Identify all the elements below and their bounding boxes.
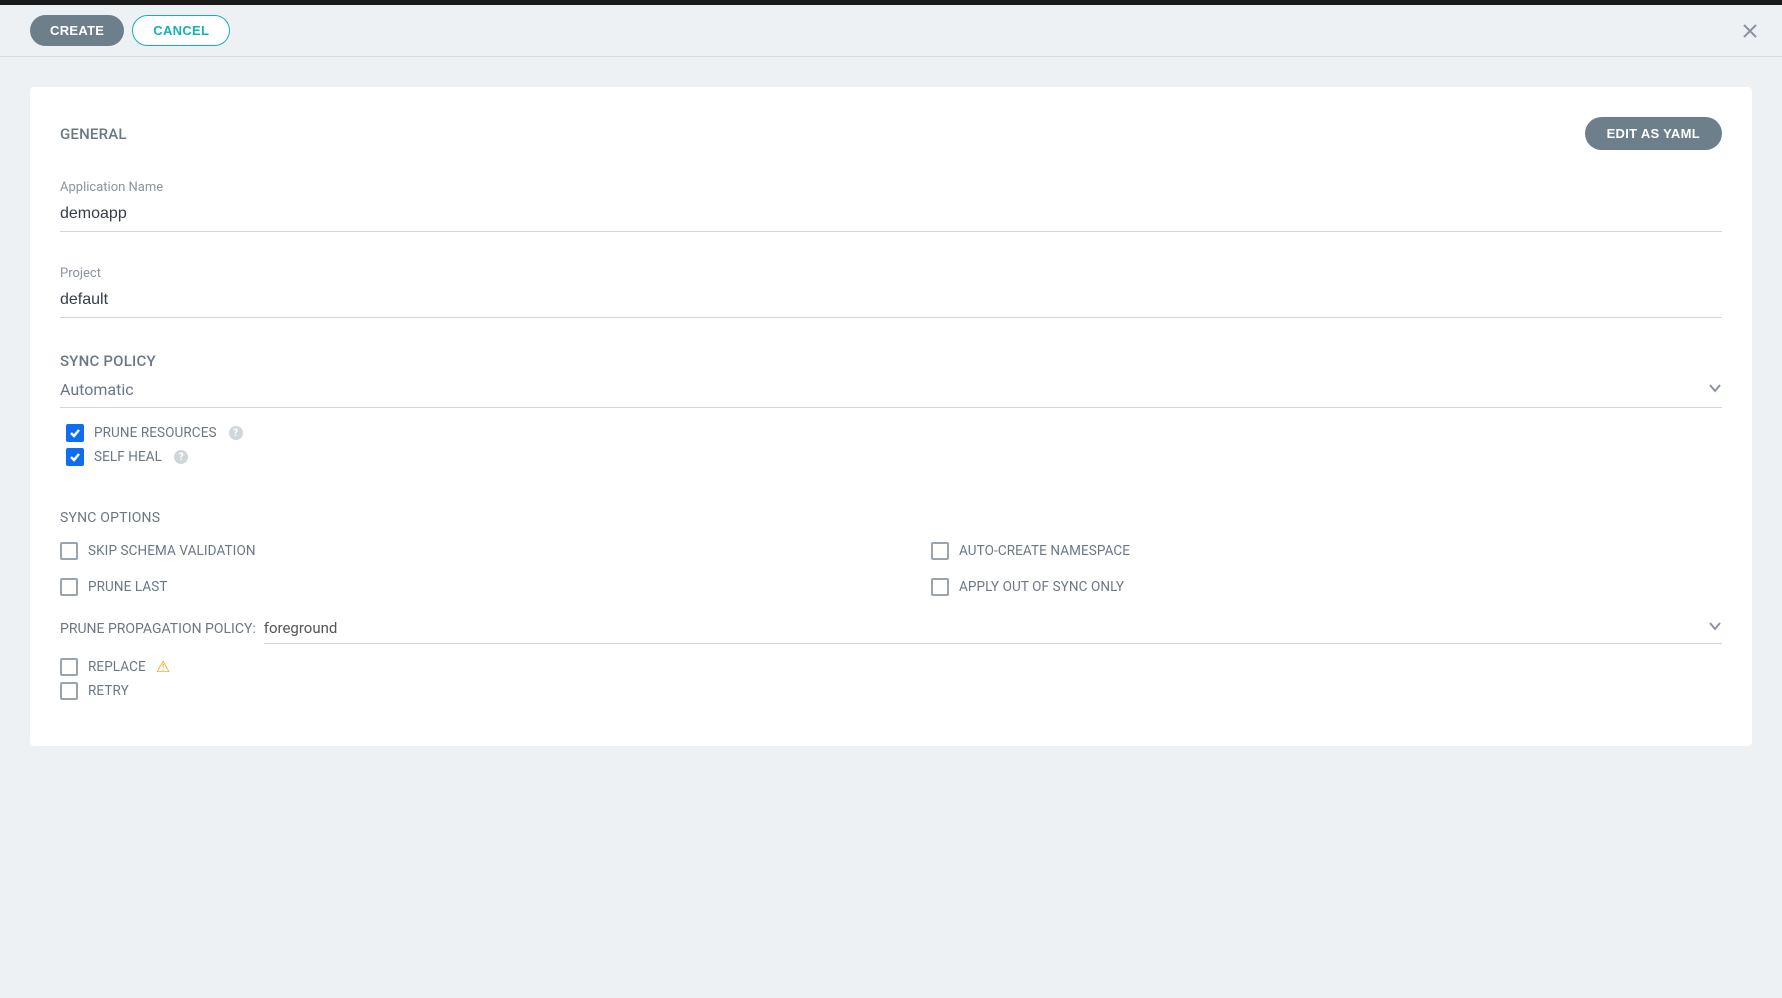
retry-label: RETRY: [88, 683, 129, 699]
chevron-down-icon: [1708, 618, 1722, 637]
project-input[interactable]: [60, 285, 1722, 318]
skip-schema-validation-label: SKIP SCHEMA VALIDATION: [88, 543, 256, 559]
section-general-title: GENERAL: [60, 125, 127, 143]
edit-as-yaml-button[interactable]: EDIT AS YAML: [1585, 117, 1722, 150]
project-label: Project: [60, 266, 1722, 281]
sync-policy-value: Automatic: [60, 380, 1708, 399]
field-application-name: Application Name: [60, 180, 1722, 232]
self-heal-label: SELF HEAL: [94, 449, 162, 465]
replace-label: REPLACE: [88, 659, 146, 675]
help-icon[interactable]: ?: [174, 450, 188, 464]
prune-resources-label: PRUNE RESOURCES: [94, 425, 217, 441]
section-sync-policy-title: SYNC POLICY: [60, 352, 1722, 370]
prune-last-label: PRUNE LAST: [88, 579, 168, 595]
prune-resources-checkbox[interactable]: [66, 424, 84, 442]
help-icon[interactable]: ?: [229, 426, 243, 440]
form-card: GENERAL EDIT AS YAML Application Name Pr…: [30, 87, 1752, 746]
dialog-toolbar: CREATE CANCEL: [0, 5, 1782, 57]
self-heal-checkbox[interactable]: [66, 448, 84, 466]
sync-policy-select[interactable]: Automatic: [60, 376, 1722, 408]
content-area: GENERAL EDIT AS YAML Application Name Pr…: [0, 57, 1782, 998]
prune-propagation-label: PRUNE PROPAGATION POLICY:: [60, 621, 256, 637]
apply-out-of-sync-checkbox[interactable]: [931, 578, 949, 596]
apply-out-of-sync-label: APPLY OUT OF SYNC ONLY: [959, 579, 1124, 595]
auto-create-namespace-label: AUTO-CREATE NAMESPACE: [959, 543, 1130, 559]
skip-schema-validation-checkbox[interactable]: [60, 542, 78, 560]
prune-last-checkbox[interactable]: [60, 578, 78, 596]
prune-propagation-value: foreground: [264, 619, 1708, 637]
warning-icon: ⚠: [156, 659, 170, 675]
auto-create-namespace-checkbox[interactable]: [931, 542, 949, 560]
application-name-input[interactable]: [60, 199, 1722, 232]
field-project: Project: [60, 266, 1722, 318]
cancel-button[interactable]: CANCEL: [132, 15, 230, 46]
close-icon: [1742, 23, 1758, 39]
create-button[interactable]: CREATE: [30, 15, 124, 46]
section-sync-options-title: SYNC OPTIONS: [60, 510, 1722, 526]
replace-checkbox[interactable]: [60, 658, 78, 676]
chevron-down-icon: [1708, 380, 1722, 399]
retry-checkbox[interactable]: [60, 682, 78, 700]
close-button[interactable]: [1736, 17, 1764, 45]
application-name-label: Application Name: [60, 180, 1722, 195]
prune-propagation-select[interactable]: foreground: [264, 616, 1722, 644]
